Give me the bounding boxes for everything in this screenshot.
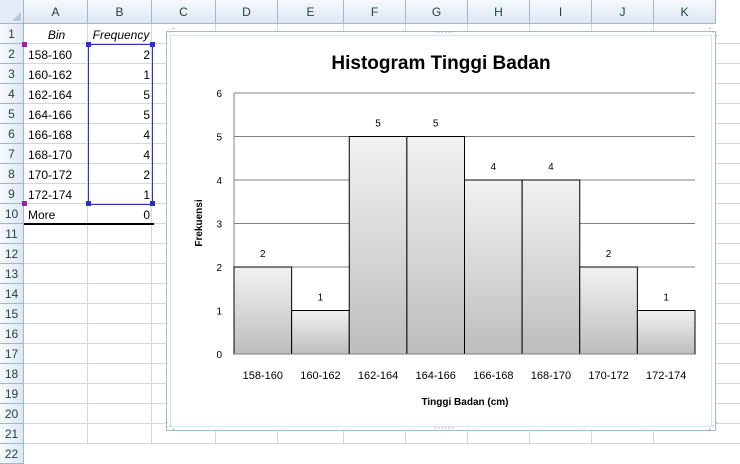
table-bottom-border — [24, 223, 154, 225]
histogram-bar — [348, 136, 408, 355]
y-tick-label: 0 — [216, 350, 222, 361]
chart-resize-handle-top-left[interactable]: ⋰ — [165, 28, 175, 38]
column-header-k[interactable]: K — [654, 0, 716, 24]
row-header-13[interactable]: 13 — [0, 264, 24, 284]
row-header-6[interactable]: 6 — [0, 124, 24, 144]
data-label: 1 — [318, 293, 324, 304]
cell-bin[interactable]: 160-162 — [25, 65, 88, 85]
y-axis-title: Frekuensi — [194, 199, 205, 246]
row-header-18[interactable]: 18 — [0, 364, 24, 384]
category-range-handle-top[interactable] — [22, 42, 27, 47]
chart-resize-handle-bottom-left[interactable]: ⋱ — [165, 422, 175, 432]
header-frequency[interactable]: Frequency — [89, 25, 153, 45]
y-tick-label: 4 — [216, 176, 222, 187]
row-header-17[interactable]: 17 — [0, 344, 24, 364]
y-tick-label: 5 — [216, 133, 222, 144]
row-header-20[interactable]: 20 — [0, 404, 24, 424]
range-handle-bottom-left[interactable] — [86, 201, 91, 206]
chart-resize-handle-bottom-right[interactable]: ⋰ — [708, 422, 718, 432]
data-label: 2 — [260, 249, 266, 260]
cell-bin[interactable]: 168-170 — [25, 145, 88, 165]
range-handle-top-right[interactable] — [150, 42, 155, 47]
y-tick-label: 3 — [216, 220, 222, 231]
row-header-16[interactable]: 16 — [0, 324, 24, 344]
row-header-11[interactable]: 11 — [0, 224, 24, 244]
cell-frequency[interactable]: 0 — [89, 205, 153, 225]
header-bin[interactable]: Bin — [25, 25, 88, 45]
histogram-bar — [579, 266, 638, 355]
histogram-chart[interactable]: 0 1 2 3 4 5 6 2 158-160 1 160-162 5 162-164 5 164-166 4… — [166, 31, 716, 431]
column-header-c[interactable]: C — [152, 0, 216, 24]
column-header-f[interactable]: F — [344, 0, 406, 24]
row-header-2[interactable]: 2 — [0, 44, 24, 64]
y-tick-label: 1 — [216, 307, 222, 318]
range-handle-bottom-right[interactable] — [150, 201, 155, 206]
chart-resize-handle-bottom[interactable]: ⋯⋯ — [434, 424, 454, 434]
select-all-button[interactable] — [0, 0, 24, 24]
row-header-5[interactable]: 5 — [0, 104, 24, 124]
column-header-d[interactable]: D — [216, 0, 278, 24]
x-tick-label: 164-166 — [416, 370, 456, 382]
row-header-9[interactable]: 9 — [0, 184, 24, 204]
y-tick-label: 2 — [216, 263, 222, 274]
row-header-21[interactable]: 21 — [0, 424, 24, 444]
chart-resize-handle-top-right[interactable]: ⋱ — [708, 28, 718, 38]
column-header-g[interactable]: G — [406, 0, 468, 24]
histogram-bar — [464, 179, 523, 355]
chart-resize-handle-top[interactable]: ⋯⋯ — [434, 28, 454, 38]
data-label: 5 — [375, 119, 381, 130]
histogram-bar — [521, 179, 581, 355]
row-header-7[interactable]: 7 — [0, 144, 24, 164]
cell-bin[interactable]: 166-168 — [25, 125, 88, 145]
x-axis-title: Tinggi Badan (cm) — [421, 397, 508, 408]
column-header-j[interactable]: J — [592, 0, 654, 24]
data-label: 4 — [548, 162, 554, 173]
data-label: 5 — [433, 119, 439, 130]
row-header-22[interactable]: 22 — [0, 444, 24, 464]
column-header-e[interactable]: E — [278, 0, 344, 24]
range-handle-top-left[interactable] — [86, 42, 91, 47]
x-tick-label: 168-170 — [531, 370, 571, 382]
histogram-bar — [291, 310, 350, 355]
data-label: 4 — [491, 162, 497, 173]
chart-canvas: 0 1 2 3 4 5 6 2 158-160 1 160-162 5 162-164 5 164-166 4… — [194, 53, 696, 408]
cell-bin[interactable]: 164-166 — [25, 105, 88, 125]
selected-range — [88, 44, 153, 205]
column-header-b[interactable]: B — [88, 0, 152, 24]
row-header-12[interactable]: 12 — [0, 244, 24, 264]
cell-bin[interactable]: 172-174 — [25, 185, 88, 205]
row-header-10[interactable]: 10 — [0, 204, 24, 224]
x-tick-label: 172-174 — [646, 370, 686, 382]
column-header-a[interactable]: A — [24, 0, 88, 24]
y-tick-label: 6 — [216, 89, 222, 100]
cell-bin[interactable]: More — [25, 205, 88, 225]
column-header-h[interactable]: H — [468, 0, 530, 24]
spreadsheet: ABCDEFGHIJK 1 2 3 4 5 6 7 8 9 10 11 12 13 14 15 16 17 18 1… — [0, 0, 740, 464]
cell-bin[interactable]: 170-172 — [25, 165, 88, 185]
cell-bin[interactable]: 162-164 — [25, 85, 88, 105]
data-label: 2 — [606, 249, 612, 260]
column-header-i[interactable]: I — [530, 0, 592, 24]
histogram-bar — [406, 136, 465, 355]
row-header-3[interactable]: 3 — [0, 64, 24, 84]
row-header-14[interactable]: 14 — [0, 284, 24, 304]
row-header-19[interactable]: 19 — [0, 384, 24, 404]
x-tick-label: 170-172 — [588, 370, 628, 382]
chart-title: Histogram Tinggi Badan — [331, 53, 550, 74]
category-range-handle-bottom[interactable] — [22, 201, 27, 206]
row-header-4[interactable]: 4 — [0, 84, 24, 104]
x-tick-label: 162-164 — [358, 370, 398, 382]
row-header-15[interactable]: 15 — [0, 304, 24, 324]
x-tick-label: 160-162 — [300, 370, 340, 382]
x-tick-label: 158-160 — [243, 370, 283, 382]
cell-bin[interactable]: 158-160 — [25, 45, 88, 65]
histogram-bar — [233, 266, 293, 355]
histogram-bar — [636, 310, 696, 355]
x-tick-label: 166-168 — [473, 370, 513, 382]
row-header-1[interactable]: 1 — [0, 24, 24, 44]
row-header-8[interactable]: 8 — [0, 164, 24, 184]
data-label: 1 — [663, 293, 669, 304]
gridline-horizontal — [24, 443, 740, 444]
